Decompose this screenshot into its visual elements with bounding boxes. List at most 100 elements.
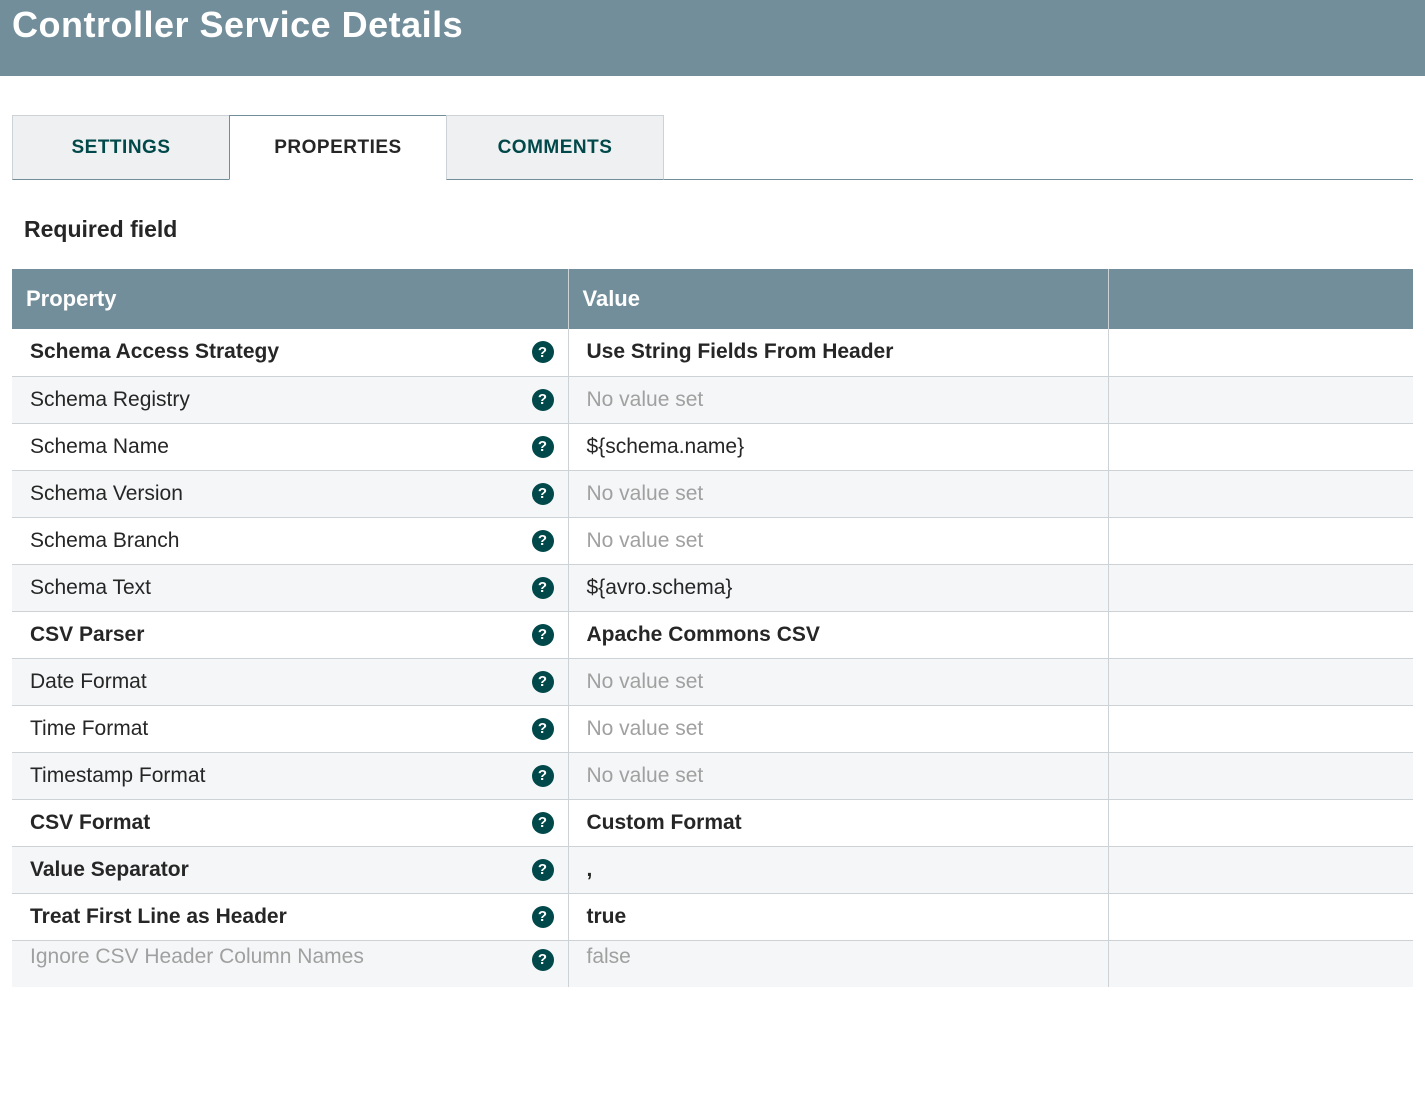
help-icon[interactable]: ? [532,577,554,599]
property-cell: Time Format? [12,705,568,752]
table-row[interactable]: Schema Registry? No value set [12,376,1413,423]
extra-cell [1108,893,1413,940]
column-header-property: Property [12,269,568,329]
property-value: false [587,945,1090,969]
extra-cell [1108,940,1413,987]
property-name: Schema Text [30,576,151,599]
property-value: No value set [587,388,704,411]
extra-cell [1108,329,1413,376]
table-row[interactable]: CSV Format? Custom Format [12,799,1413,846]
tab-comments[interactable]: COMMENTS [446,115,664,180]
property-name: CSV Format [30,811,150,834]
property-name: Schema Name [30,435,169,458]
property-value: ${avro.schema} [587,576,733,599]
value-cell[interactable]: No value set [568,752,1108,799]
value-cell[interactable]: Custom Format [568,799,1108,846]
tab-settings[interactable]: SETTINGS [12,115,230,180]
extra-cell [1108,470,1413,517]
tab-bar: SETTINGS PROPERTIES COMMENTS [12,114,1413,180]
property-cell: CSV Format? [12,799,568,846]
property-value: true [587,905,627,928]
value-cell[interactable]: ${schema.name} [568,423,1108,470]
help-icon[interactable]: ? [532,389,554,411]
table-row[interactable]: Time Format? No value set [12,705,1413,752]
table-row[interactable]: CSV Parser? Apache Commons CSV [12,611,1413,658]
property-value: No value set [587,717,704,740]
dialog-content: SETTINGS PROPERTIES COMMENTS Required fi… [0,76,1425,987]
extra-cell [1108,799,1413,846]
property-name: Treat First Line as Header [30,905,287,928]
property-value: Use String Fields From Header [587,340,894,363]
value-cell[interactable]: No value set [568,376,1108,423]
property-value: Apache Commons CSV [587,623,820,646]
property-cell: Schema Version? [12,470,568,517]
property-cell: Value Separator? [12,846,568,893]
property-name: CSV Parser [30,623,144,646]
help-icon[interactable]: ? [532,671,554,693]
table-row[interactable]: Schema Text? ${avro.schema} [12,564,1413,611]
property-cell: Schema Branch? [12,517,568,564]
table-row[interactable]: Schema Branch? No value set [12,517,1413,564]
property-cell: Schema Access Strategy? [12,329,568,376]
property-value: No value set [587,670,704,693]
property-name: Timestamp Format [30,764,205,787]
extra-cell [1108,423,1413,470]
property-name: Schema Access Strategy [30,340,279,363]
property-name: Schema Branch [30,529,179,552]
tab-properties[interactable]: PROPERTIES [229,115,447,180]
column-header-value: Value [568,269,1108,329]
value-cell[interactable]: No value set [568,658,1108,705]
help-icon[interactable]: ? [532,530,554,552]
value-cell[interactable]: No value set [568,470,1108,517]
help-icon[interactable]: ? [532,718,554,740]
table-header-row: Property Value [12,269,1413,329]
value-cell[interactable]: No value set [568,517,1108,564]
property-value: No value set [587,529,704,552]
property-value: , [587,858,593,881]
value-cell[interactable]: ${avro.schema} [568,564,1108,611]
help-icon[interactable]: ? [532,812,554,834]
property-cell: Schema Name? [12,423,568,470]
extra-cell [1108,658,1413,705]
property-value: Custom Format [587,811,742,834]
help-icon[interactable]: ? [532,483,554,505]
property-cell: Date Format? [12,658,568,705]
extra-cell [1108,611,1413,658]
dialog-title: Controller Service Details [12,4,1413,46]
dialog-header: Controller Service Details [0,0,1425,76]
property-value: No value set [587,482,704,505]
property-name: Ignore CSV Header Column Names [30,945,520,969]
extra-cell [1108,752,1413,799]
help-icon[interactable]: ? [532,436,554,458]
column-header-extra [1108,269,1413,329]
property-cell: Schema Registry? [12,376,568,423]
property-name: Date Format [30,670,147,693]
table-row[interactable]: Timestamp Format?No value set [12,752,1413,799]
table-row[interactable]: Schema Name? ${schema.name} [12,423,1413,470]
property-name: Value Separator [30,858,189,881]
value-cell[interactable]: true [568,893,1108,940]
value-cell[interactable]: Use String Fields From Header [568,329,1108,376]
value-cell[interactable]: false [568,940,1108,987]
property-value: ${schema.name} [587,435,745,458]
help-icon[interactable]: ? [532,949,554,971]
table-row[interactable]: Schema Version? No value set [12,470,1413,517]
value-cell[interactable]: Apache Commons CSV [568,611,1108,658]
help-icon[interactable]: ? [532,859,554,881]
help-icon[interactable]: ? [532,765,554,787]
extra-cell [1108,846,1413,893]
property-cell: Timestamp Format? [12,752,568,799]
table-row[interactable]: Treat First Line as Header? true [12,893,1413,940]
value-cell[interactable]: No value set [568,705,1108,752]
value-cell[interactable]: , [568,846,1108,893]
help-icon[interactable]: ? [532,341,554,363]
extra-cell [1108,705,1413,752]
table-row[interactable]: Date Format? No value set [12,658,1413,705]
help-icon[interactable]: ? [532,906,554,928]
extra-cell [1108,517,1413,564]
property-cell: Schema Text? [12,564,568,611]
help-icon[interactable]: ? [532,624,554,646]
table-row[interactable]: Ignore CSV Header Column Names? false [12,940,1413,987]
table-row[interactable]: Value Separator?, [12,846,1413,893]
table-row[interactable]: Schema Access Strategy? Use String Fields… [12,329,1413,376]
